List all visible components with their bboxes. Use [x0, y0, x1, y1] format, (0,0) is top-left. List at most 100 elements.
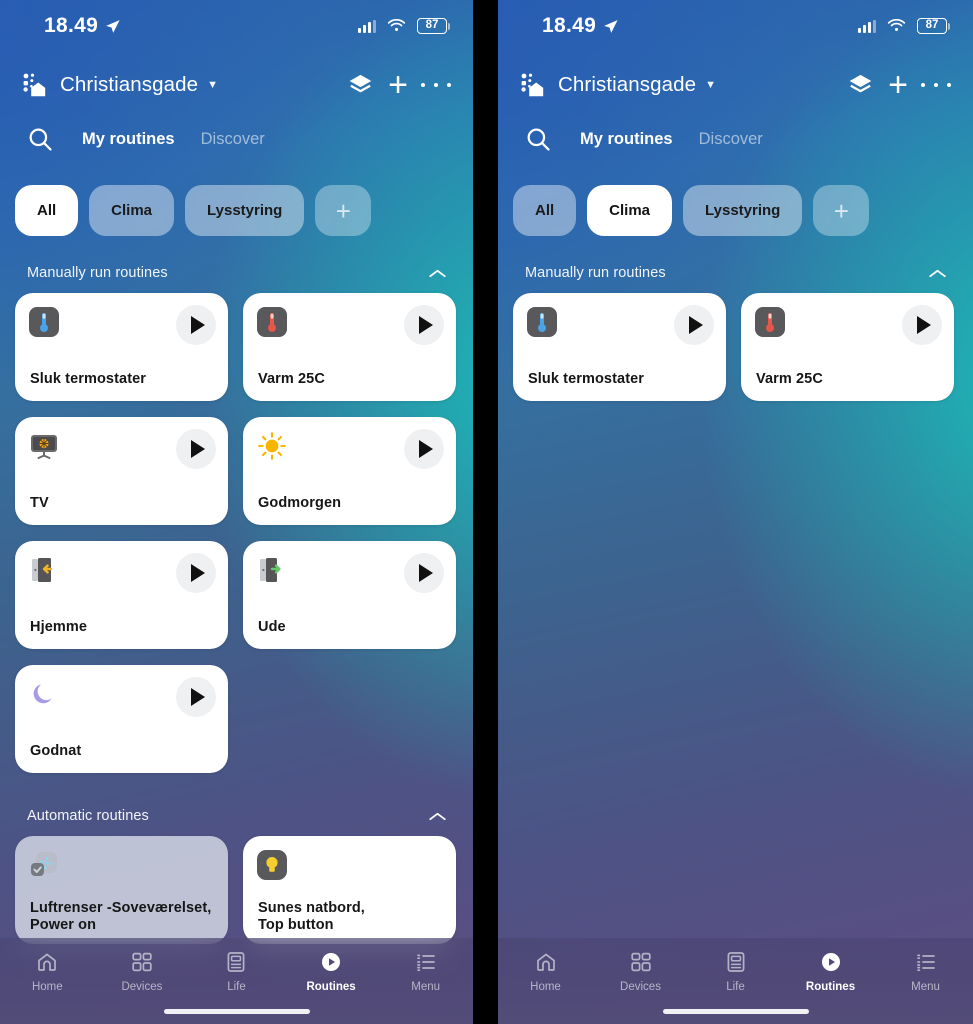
status-bar: 18.49 87 — [0, 0, 473, 52]
play-icon — [689, 316, 703, 334]
chevron-down-icon[interactable]: ▼ — [705, 79, 716, 91]
home-icon — [536, 953, 555, 971]
routine-card-tv[interactable]: TV — [15, 417, 228, 525]
play-icon — [191, 440, 205, 458]
app-bar: Christiansgade ▼ + — [0, 62, 473, 108]
nav-item-menu[interactable]: Menu — [878, 950, 973, 993]
tab-discover[interactable]: Discover — [201, 130, 265, 149]
routine-card-luftrenser[interactable]: Luftrenser -Soveværelset, Power on — [15, 836, 228, 944]
routines-play-icon — [322, 953, 341, 971]
nav-label: Menu — [411, 981, 441, 993]
search-icon[interactable] — [26, 125, 54, 153]
play-button[interactable] — [176, 429, 216, 469]
routine-label: TV — [30, 495, 49, 511]
bottom-nav-bar: Home Devices Life Routines Menu — [498, 938, 973, 1024]
routine-card-hjemme[interactable]: Hjemme — [15, 541, 228, 649]
home-indicator[interactable] — [163, 1009, 310, 1014]
tab-my-routines[interactable]: My routines — [580, 130, 673, 149]
play-button[interactable] — [674, 305, 714, 345]
routine-card-varm-25c[interactable]: Varm 25C — [741, 293, 954, 401]
manual-routines-grid: Sluk termostater Varm 25C — [513, 293, 958, 401]
play-button[interactable] — [176, 677, 216, 717]
nav-item-life[interactable]: Life — [688, 950, 783, 993]
nav-item-menu[interactable]: Menu — [378, 950, 473, 993]
routine-card-sluk-termostater[interactable]: Sluk termostater — [15, 293, 228, 401]
kebab-menu-icon[interactable] — [417, 66, 455, 104]
filter-chip-lysstyring[interactable]: Lysstyring — [683, 185, 803, 236]
tab-my-routines[interactable]: My routines — [82, 130, 175, 149]
add-filter-button[interactable]: + — [315, 185, 372, 236]
battery-percent: 87 — [425, 19, 439, 32]
filter-chip-all[interactable]: All — [15, 185, 79, 236]
routine-label: Sluk termostater — [30, 371, 147, 387]
play-button[interactable] — [404, 553, 444, 593]
status-bar: 18.49 87 — [498, 0, 973, 52]
play-button[interactable] — [176, 553, 216, 593]
television-icon — [31, 435, 57, 459]
filter-chip-clima[interactable]: Clima — [587, 185, 673, 236]
chevron-down-icon[interactable]: ▼ — [207, 79, 218, 91]
nav-label: Routines — [306, 981, 356, 993]
thermometer-cold-icon — [527, 307, 557, 337]
kebab-menu-icon[interactable] — [917, 66, 955, 104]
plus-icon[interactable]: + — [379, 66, 417, 104]
nav-item-home[interactable]: Home — [0, 950, 95, 993]
automatic-routines-grid: Luftrenser -Soveværelset, Power on Sunes… — [15, 836, 458, 944]
play-button[interactable] — [176, 305, 216, 345]
home-indicator[interactable] — [662, 1009, 809, 1014]
routine-label: Hjemme — [30, 619, 88, 635]
search-icon[interactable] — [524, 125, 552, 153]
routine-card-varm-25c[interactable]: Varm 25C — [243, 293, 456, 401]
home-name[interactable]: Christiansgade — [60, 73, 198, 97]
section-header-automatic[interactable]: Automatic routines — [0, 805, 473, 827]
routine-label: Godnat — [30, 743, 82, 759]
filter-chip-clima[interactable]: Clima — [89, 185, 175, 236]
battery-indicator: 87 — [917, 18, 950, 34]
routine-card-sluk-termostater[interactable]: Sluk termostater — [513, 293, 726, 401]
home-name[interactable]: Christiansgade — [558, 73, 696, 97]
routine-card-sunes-natbord[interactable]: Sunes natbord, Top button — [243, 836, 456, 944]
nav-item-home[interactable]: Home — [498, 950, 593, 993]
nav-label: Home — [530, 981, 561, 993]
bottom-nav-bar: Home Devices Life Routines Menu — [0, 938, 473, 1024]
nav-item-devices[interactable]: Devices — [593, 950, 688, 993]
section-header-manual[interactable]: Manually run routines — [498, 262, 973, 284]
layers-icon[interactable] — [841, 66, 879, 104]
routine-card-ude[interactable]: Ude — [243, 541, 456, 649]
nav-label: Devices — [620, 981, 661, 993]
phone-screen-left: 18.49 87 Christiansgade ▼ + My routines … — [0, 0, 473, 1024]
add-filter-button[interactable]: + — [813, 185, 870, 236]
play-button[interactable] — [404, 305, 444, 345]
life-document-icon — [228, 952, 245, 972]
nav-item-life[interactable]: Life — [189, 950, 284, 993]
plus-icon[interactable]: + — [879, 66, 917, 104]
routine-card-godnat[interactable]: Godnat — [15, 665, 228, 773]
section-header-manual[interactable]: Manually run routines — [0, 262, 473, 284]
routine-label: Luftrenser -Soveværelset, Power on — [30, 900, 212, 933]
filter-chip-all[interactable]: All — [513, 185, 577, 236]
plus-icon: + — [833, 195, 849, 226]
layers-icon[interactable] — [341, 66, 379, 104]
thermometer-hot-icon — [755, 307, 785, 337]
door-arrow-out-icon — [260, 558, 281, 582]
chevron-up-icon[interactable] — [428, 811, 447, 822]
routine-card-godmorgen[interactable]: Godmorgen — [243, 417, 456, 525]
tab-discover[interactable]: Discover — [699, 130, 763, 149]
nav-item-routines[interactable]: Routines — [783, 950, 878, 993]
sun-icon — [258, 432, 286, 460]
routines-play-icon — [821, 953, 840, 971]
nav-item-devices[interactable]: Devices — [95, 950, 190, 993]
play-button[interactable] — [404, 429, 444, 469]
thermometer-cold-icon — [29, 307, 59, 337]
nav-item-routines[interactable]: Routines — [284, 950, 379, 993]
play-icon — [917, 316, 931, 334]
play-icon — [191, 564, 205, 582]
cellular-signal-icon — [358, 19, 376, 33]
chevron-up-icon[interactable] — [428, 268, 447, 279]
play-button[interactable] — [902, 305, 942, 345]
chevron-up-icon[interactable] — [928, 268, 947, 279]
smart-home-logo-icon — [521, 73, 544, 97]
routine-label: Ude — [258, 619, 286, 635]
filter-chip-lysstyring[interactable]: Lysstyring — [185, 185, 305, 236]
status-time: 18.49 — [542, 14, 597, 37]
